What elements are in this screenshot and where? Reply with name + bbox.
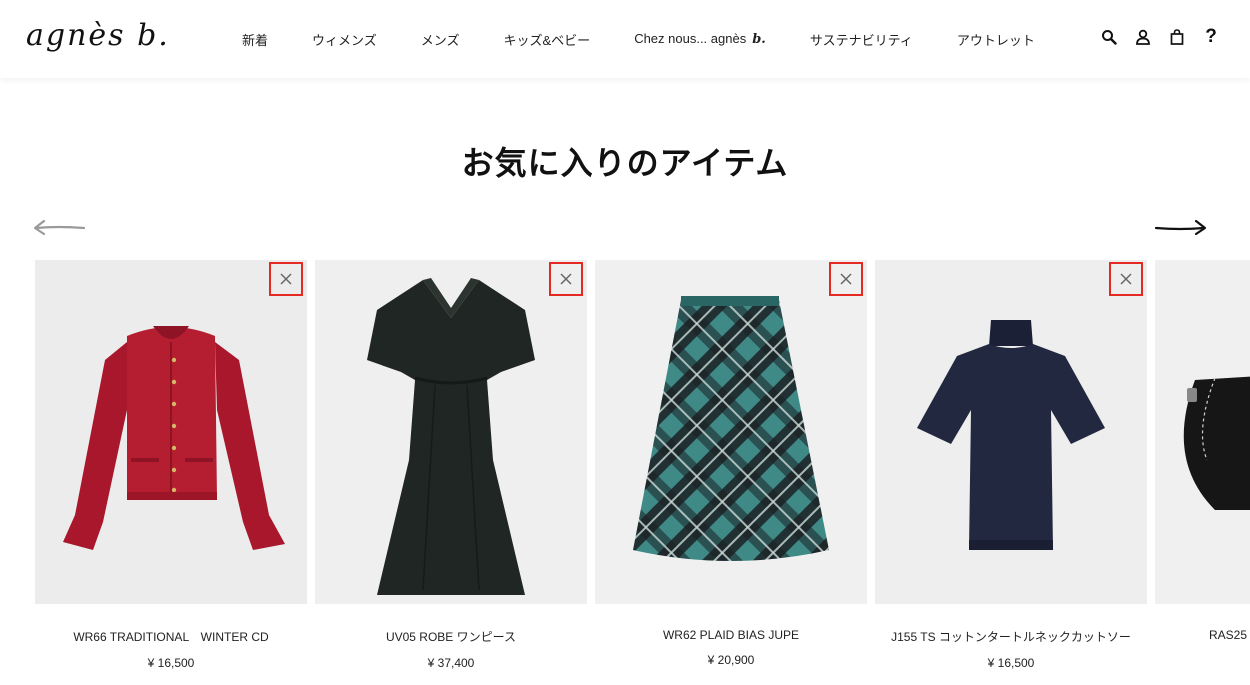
- navy-turtleneck-image: [917, 320, 1105, 550]
- product-name[interactable]: WR66 TRADITIONAL WINTER CD: [35, 628, 307, 645]
- product-name[interactable]: UV05 ROBE ワンピース: [315, 628, 587, 645]
- remove-favorite-button[interactable]: [549, 262, 583, 296]
- product-card[interactable]: UV05 ROBE ワンピース ¥ 37,400: [315, 260, 587, 670]
- product-name[interactable]: RAS25: [1155, 628, 1250, 642]
- product-image[interactable]: [1155, 260, 1250, 604]
- product-price: ¥ 37,400: [427, 656, 475, 670]
- product-price: ¥ 20,900: [707, 653, 755, 667]
- close-icon: [1120, 273, 1132, 285]
- nav-item-chez-nous-label: Chez nous... agnès: [634, 31, 747, 46]
- carousel-prev-arrow-icon[interactable]: [32, 216, 86, 240]
- product-image[interactable]: [315, 260, 587, 604]
- account-icon[interactable]: [1134, 26, 1152, 48]
- product-name[interactable]: WR62 PLAID BIAS JUPE: [595, 628, 867, 642]
- product-price: ¥ 16,500: [987, 656, 1035, 670]
- site-header: agnès b. 新着 ウィメンズ メンズ キッズ&ベビー Chez nous.…: [0, 0, 1250, 78]
- nav-item-new[interactable]: 新着: [242, 30, 268, 49]
- product-image[interactable]: [595, 260, 867, 604]
- brand-logo[interactable]: agnès b.: [26, 16, 171, 60]
- nav-item-chez-nous[interactable]: Chez nous... agnès b.: [634, 31, 766, 47]
- main-nav: 新着 ウィメンズ メンズ キッズ&ベビー Chez nous... agnès b…: [242, 0, 1079, 78]
- remove-favorite-button[interactable]: [1109, 262, 1143, 296]
- page-title: お気に入りのアイテム: [461, 145, 789, 181]
- remove-favorite-button[interactable]: [269, 262, 303, 296]
- close-icon: [840, 273, 852, 285]
- remove-favorite-button[interactable]: [829, 262, 863, 296]
- product-card[interactable]: J155 TS コットンタートルネックカットソー ¥ 16,500: [875, 260, 1147, 670]
- nav-item-outlet[interactable]: アウトレット: [957, 30, 1035, 49]
- search-icon[interactable]: [1100, 26, 1118, 48]
- product-card[interactable]: RAS25: [1155, 260, 1250, 653]
- help-icon[interactable]: ?: [1202, 26, 1220, 48]
- bag-icon[interactable]: [1168, 26, 1186, 48]
- carousel-next-arrow-icon[interactable]: [1154, 216, 1208, 240]
- nav-item-kids-baby[interactable]: キッズ&ベビー: [504, 30, 591, 49]
- plaid-skirt-image: [633, 296, 829, 561]
- nav-item-mens[interactable]: メンズ: [421, 30, 460, 49]
- header-icons: ?: [1084, 26, 1220, 48]
- product-price: ¥ 16,500: [147, 656, 195, 670]
- close-icon: [280, 273, 292, 285]
- product-image[interactable]: [35, 260, 307, 604]
- product-image[interactable]: [875, 260, 1147, 604]
- black-bag-image: [1183, 376, 1250, 510]
- nav-item-sustainability[interactable]: サステナビリティ: [810, 30, 913, 49]
- red-cardigan-image: [63, 326, 285, 550]
- nav-item-womens[interactable]: ウィメンズ: [312, 30, 377, 49]
- product-card[interactable]: WR66 TRADITIONAL WINTER CD ¥ 16,500: [35, 260, 307, 670]
- product-name[interactable]: J155 TS コットンタートルネックカットソー: [875, 628, 1147, 645]
- favorites-carousel: WR66 TRADITIONAL WINTER CD ¥ 16,500 UV05…: [35, 260, 1250, 685]
- close-icon: [560, 273, 572, 285]
- b-logo-mark: b.: [752, 32, 766, 47]
- black-dress-image: [367, 278, 535, 595]
- product-card[interactable]: WR62 PLAID BIAS JUPE ¥ 20,900: [595, 260, 867, 667]
